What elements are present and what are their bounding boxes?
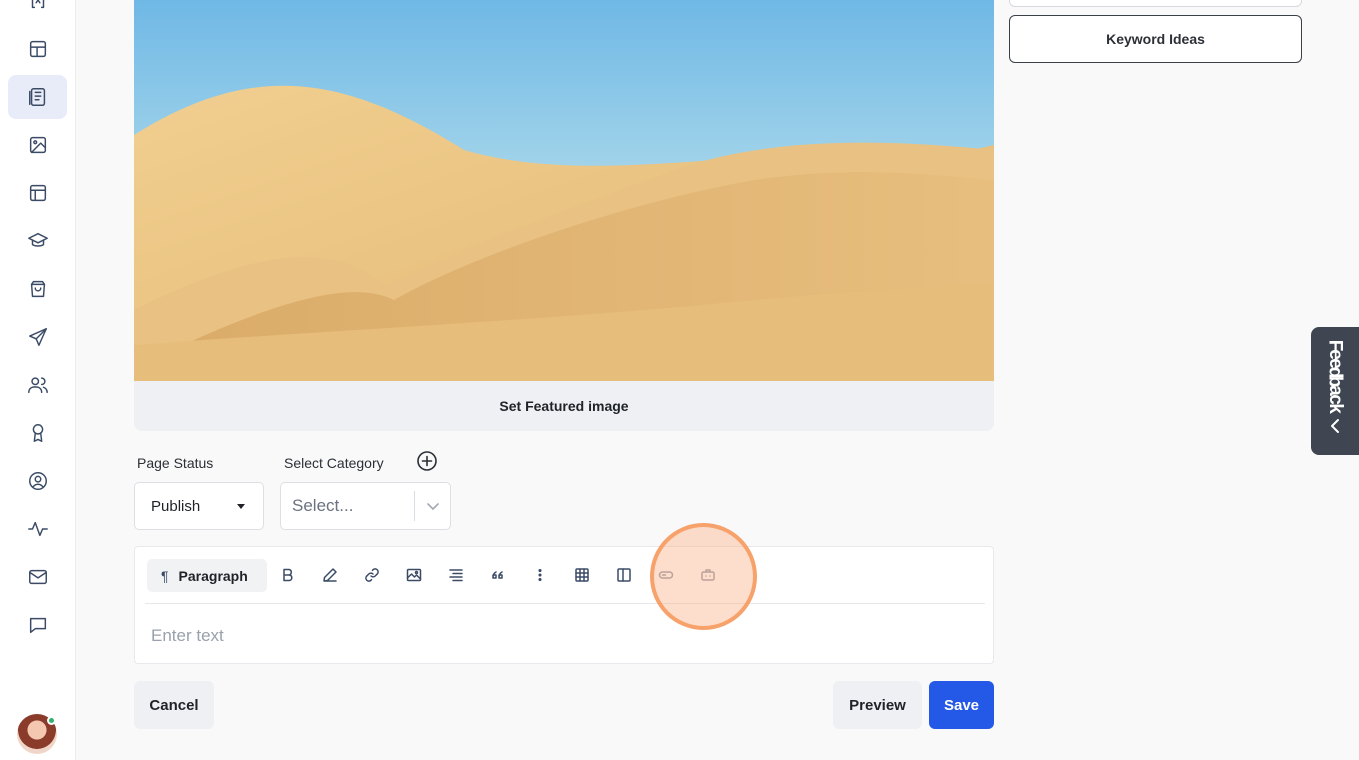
- feedback-letter: k: [1324, 403, 1346, 414]
- chevron-left-icon: [1331, 419, 1339, 433]
- layout-icon: [29, 184, 46, 202]
- select-divider: [414, 491, 415, 521]
- more-options-button[interactable]: [530, 565, 550, 585]
- page-status-label: Page Status: [137, 455, 214, 471]
- feedback-tab[interactable]: Feedback: [1311, 327, 1359, 455]
- sidebar-item-dashboard[interactable]: [8, 27, 67, 71]
- featured-image-card: Set Featured image: [134, 0, 994, 431]
- graduation-cap-icon: [27, 232, 48, 247]
- keyword-ideas-button[interactable]: Keyword Ideas: [1009, 15, 1302, 63]
- sidebar-item-media[interactable]: [8, 123, 67, 167]
- sidebar-item-profile[interactable]: [8, 459, 67, 503]
- shopping-bag-icon: [30, 280, 45, 298]
- image-icon: [406, 568, 422, 582]
- embed-icon: [701, 569, 715, 581]
- sidebar-item-email[interactable]: [8, 555, 67, 599]
- caret-down-icon: [237, 504, 245, 509]
- align-button[interactable]: [446, 565, 466, 585]
- block-type-label: Paragraph: [178, 567, 248, 584]
- editor-text-area[interactable]: Enter text: [151, 626, 224, 646]
- link-icon: [365, 568, 379, 582]
- image-gallery-icon: [29, 136, 46, 154]
- page-status-select[interactable]: Publish: [134, 482, 264, 530]
- chevron-down-icon[interactable]: [426, 499, 440, 513]
- more-vertical-icon: [538, 568, 542, 582]
- toolbar-divider: [145, 603, 985, 604]
- set-featured-image-button[interactable]: Set Featured image: [134, 381, 994, 431]
- sidebar-item-store[interactable]: [8, 267, 67, 311]
- sidebar-item-analytics[interactable]: [8, 507, 67, 551]
- insert-image-button[interactable]: [404, 565, 424, 585]
- columns-icon: [617, 568, 631, 582]
- pages-icon: [28, 88, 45, 106]
- sidebar-item-messages[interactable]: [8, 603, 67, 647]
- quote-icon: [492, 571, 503, 579]
- category-label: Select Category: [284, 455, 384, 471]
- cancel-button[interactable]: Cancel: [134, 681, 214, 729]
- embed-button[interactable]: [698, 565, 718, 585]
- link-button[interactable]: [362, 565, 382, 585]
- sidebar-item-code[interactable]: [8, 0, 67, 22]
- pen-icon: [323, 568, 337, 582]
- chat-icon: [29, 617, 46, 634]
- pilcrow-icon: ¶: [161, 567, 169, 584]
- button-block-button[interactable]: [656, 565, 676, 585]
- sidebar: [0, 0, 76, 760]
- sidebar-item-layout[interactable]: [8, 171, 67, 215]
- code-bracket-icon: [31, 0, 44, 9]
- bold-button[interactable]: [278, 565, 298, 585]
- category-select[interactable]: Select...: [280, 482, 451, 530]
- columns-button[interactable]: [614, 565, 634, 585]
- preview-button[interactable]: Preview: [833, 681, 922, 729]
- bold-icon: [283, 568, 293, 582]
- send-icon: [28, 328, 47, 346]
- button-icon: [658, 571, 674, 579]
- sidebar-item-contacts[interactable]: [8, 363, 67, 407]
- right-panel-field[interactable]: [1009, 0, 1302, 7]
- sidebar-item-awards[interactable]: [8, 411, 67, 455]
- highlight-button[interactable]: [320, 565, 340, 585]
- sidebar-item-campaigns[interactable]: [8, 315, 67, 359]
- dashboard-icon: [29, 40, 46, 58]
- align-icon: [449, 569, 463, 582]
- users-icon: [27, 377, 48, 394]
- add-category-icon[interactable]: [416, 450, 438, 472]
- feedback-label: Feedback: [1311, 340, 1359, 414]
- block-type-button[interactable]: ¶ Paragraph: [147, 559, 267, 592]
- activity-icon: [27, 521, 48, 537]
- content-editor: ¶ Paragraph Enter text: [134, 546, 994, 664]
- quote-button[interactable]: [488, 565, 508, 585]
- category-placeholder: Select...: [292, 496, 354, 515]
- award-icon: [32, 424, 43, 442]
- featured-image-preview[interactable]: [134, 0, 994, 381]
- online-status-dot: [47, 716, 56, 725]
- table-icon: [575, 568, 589, 582]
- table-button[interactable]: [572, 565, 592, 585]
- save-button[interactable]: Save: [929, 681, 994, 729]
- sidebar-item-pages[interactable]: [8, 75, 67, 119]
- sidebar-item-courses[interactable]: [8, 219, 67, 263]
- page-status-value: Publish: [151, 497, 201, 515]
- user-circle-icon: [28, 472, 47, 490]
- mail-icon: [28, 569, 47, 585]
